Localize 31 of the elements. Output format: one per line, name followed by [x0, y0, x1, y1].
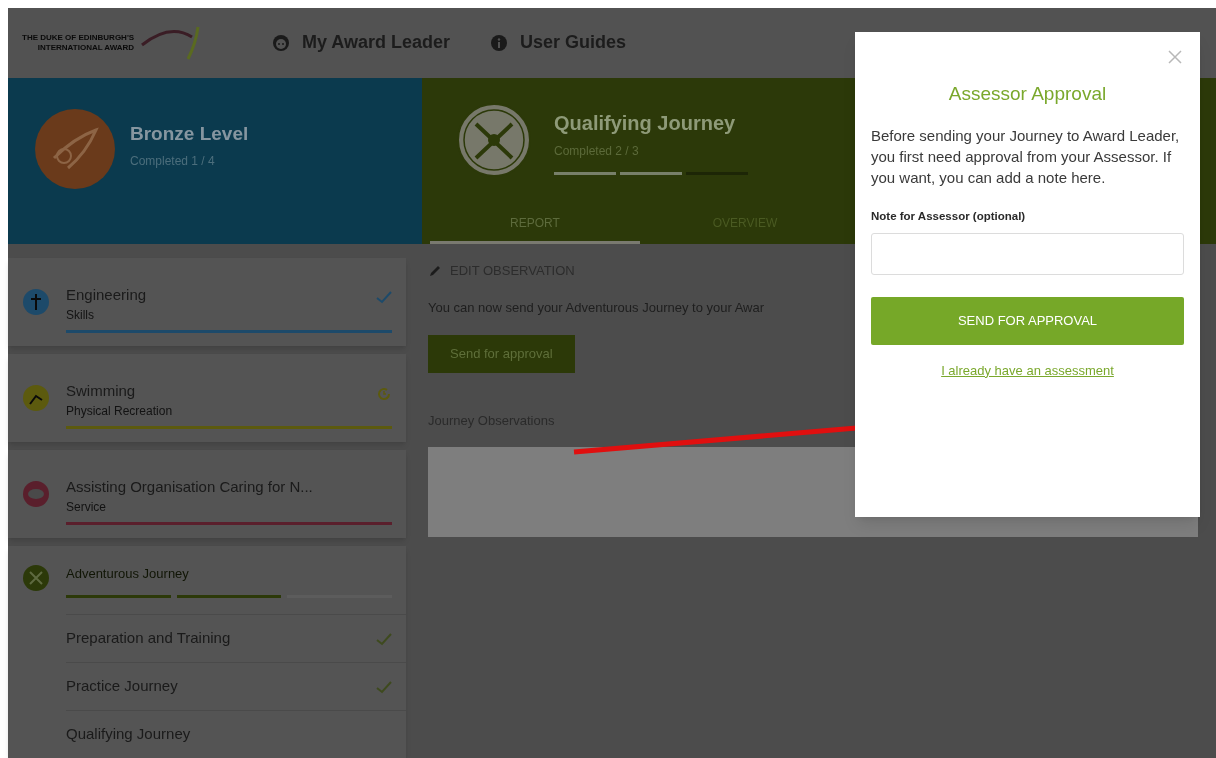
- logo-text: INTERNATIONAL AWARD: [37, 42, 135, 53]
- activity-card[interactable]: Swimming Physical Recreation: [8, 353, 406, 442]
- bronze-badge-icon: [34, 107, 116, 190]
- dialog-title: Assessor Approval: [948, 82, 1107, 106]
- activity-card[interactable]: Assisting Organisation Caring for N... Service: [8, 449, 406, 538]
- logo-text: THE DUKE OF EDINBURGH'S: [22, 32, 135, 43]
- journey-title: Qualifying Journey: [554, 110, 737, 136]
- field-label: Note for Assessor (optional): [871, 208, 1027, 224]
- activity-category: Service: [66, 499, 107, 516]
- pencil-icon: [428, 263, 442, 278]
- send-for-approval-button[interactable]: SEND FOR APPROVAL: [871, 296, 1184, 345]
- already-assessed-link[interactable]: I already have an assessment: [941, 360, 1114, 381]
- level-completion-count: Completed 1 / 4: [130, 153, 216, 170]
- face-icon: [272, 33, 290, 52]
- journey-step[interactable]: Preparation and Training: [66, 614, 406, 662]
- activity-title: Swimming: [66, 380, 137, 401]
- dialog-message: Before sending your Journey to Award Leader, you first need approval from your Assessor. If you want, you can add a note here.: [871, 125, 1181, 188]
- journey-step[interactable]: Qualifying Journey: [66, 710, 406, 758]
- journey-category: Adventurous Journey: [66, 564, 190, 583]
- activity-title: Assisting Organisation Caring for N...: [66, 476, 313, 497]
- activity-category: Skills: [66, 307, 95, 324]
- activity-title: Engineering: [66, 284, 147, 305]
- compass-icon: [22, 563, 50, 592]
- level-title: Bronze Level: [130, 121, 249, 146]
- activity-category: Physical Recreation: [66, 403, 173, 420]
- close-button[interactable]: [1168, 50, 1182, 64]
- activity-card[interactable]: Engineering Skills: [8, 257, 406, 346]
- info-icon: [490, 33, 509, 52]
- close-icon: [1168, 50, 1182, 64]
- journey-step[interactable]: Practice Journey: [66, 662, 406, 710]
- note-input-field[interactable]: [871, 232, 1184, 275]
